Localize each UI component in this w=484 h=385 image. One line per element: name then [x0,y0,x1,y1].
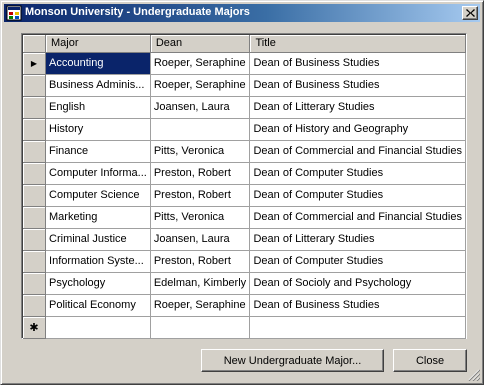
dean-cell[interactable]: Preston, Robert [150,162,251,185]
majors-table: Major Dean Title ▶ Accounting Roeper, Sera… [23,35,466,339]
dean-cell[interactable] [150,118,251,141]
table-row[interactable]: History Dean of History and Geography [23,118,466,141]
major-cell[interactable]: Computer Science [45,184,151,207]
major-cell[interactable]: Criminal Justice [45,228,151,251]
major-cell[interactable]: Marketing [45,206,151,229]
major-cell[interactable]: Information Syste... [45,250,151,273]
dean-cell[interactable]: Roeper, Seraphine [150,294,251,317]
row-header[interactable] [23,250,47,273]
main-window: Monson University - Undergraduate Majors… [0,0,484,385]
table-row[interactable]: Computer Science Preston, Robert Dean of C… [23,184,466,207]
table-row[interactable]: English Joansen, Laura Dean of Litterary S… [23,96,466,119]
major-cell[interactable]: Finance [45,140,151,163]
major-cell[interactable]: History [45,118,151,141]
window-title: Monson University - Undergraduate Majors [25,6,250,18]
title-cell[interactable]: Dean of Business Studies [249,294,466,317]
title-cell[interactable]: Dean of Litterary Studies [249,96,466,119]
table-row[interactable]: Marketing Pitts, Veronica Dean of Commerci… [23,206,466,229]
row-header[interactable] [23,228,47,251]
table-row[interactable]: Criminal Justice Joansen, Laura Dean of Li… [23,228,466,251]
row-header[interactable] [23,74,47,97]
dean-cell[interactable]: Preston, Robert [150,184,251,207]
title-bar[interactable]: Monson University - Undergraduate Majors [4,4,480,22]
table-row[interactable]: Business Adminis... Roeper, Seraphine Dean… [23,74,466,97]
table-row[interactable]: Political Economy Roeper, Seraphine Dean o… [23,294,466,317]
new-row-title-cell[interactable] [249,316,466,339]
majors-grid[interactable]: Major Dean Title ▶ Accounting Roeper, Sera… [21,33,467,339]
new-row[interactable]: ✱ [23,316,466,339]
title-cell[interactable]: Dean of History and Geography [249,118,466,141]
title-cell[interactable]: Dean of Litterary Studies [249,228,466,251]
close-icon [466,9,475,17]
title-cell[interactable]: Dean of Business Studies [249,74,466,97]
current-row-icon: ▶ [30,59,38,68]
major-cell[interactable]: Computer Informa... [45,162,151,185]
column-header-dean[interactable]: Dean [150,35,251,53]
close-window-button[interactable] [462,6,478,20]
resize-grip-icon[interactable] [468,369,480,381]
row-header[interactable] [23,162,47,185]
row-header[interactable] [23,272,47,295]
row-header[interactable] [23,206,47,229]
row-header[interactable] [23,118,47,141]
major-cell[interactable]: Political Economy [45,294,151,317]
title-cell[interactable]: Dean of Computer Studies [249,162,466,185]
table-row[interactable]: Finance Pitts, Veronica Dean of Commercial… [23,140,466,163]
new-undergraduate-major-button[interactable]: New Undergraduate Major... [201,349,384,372]
dean-cell[interactable]: Preston, Robert [150,250,251,273]
major-cell[interactable]: English [45,96,151,119]
dean-cell[interactable]: Roeper, Seraphine [150,74,251,97]
app-window-icon [6,5,22,21]
title-cell[interactable]: Dean of Business Studies [249,52,466,75]
dean-cell[interactable]: Edelman, Kimberly [150,272,251,295]
title-cell[interactable]: Dean of Computer Studies [249,250,466,273]
dean-cell[interactable]: Pitts, Veronica [150,206,251,229]
grid-corner[interactable] [23,35,47,53]
title-cell[interactable]: Dean of Computer Studies [249,184,466,207]
dean-cell[interactable]: Pitts, Veronica [150,140,251,163]
column-header-major[interactable]: Major [45,35,151,53]
table-row[interactable]: Psychology Edelman, Kimberly Dean of Socio… [23,272,466,295]
title-cell[interactable]: Dean of Socioly and Psychology [249,272,466,295]
new-row-header[interactable]: ✱ [23,316,47,339]
dean-cell[interactable]: Joansen, Laura [150,96,251,119]
row-header[interactable] [23,140,47,163]
table-row[interactable]: Computer Informa... Preston, Robert Dean o… [23,162,466,185]
new-row-dean-cell[interactable] [150,316,251,339]
dean-cell[interactable]: Roeper, Seraphine [150,52,251,75]
major-cell[interactable]: Business Adminis... [45,74,151,97]
major-cell[interactable]: Psychology [45,272,151,295]
row-header[interactable] [23,184,47,207]
row-header[interactable]: ▶ [23,52,47,75]
dean-cell[interactable]: Joansen, Laura [150,228,251,251]
column-header-title[interactable]: Title [249,35,466,53]
title-cell[interactable]: Dean of Commercial and Financial Studies [249,206,466,229]
row-header[interactable] [23,294,47,317]
close-button[interactable]: Close [393,349,467,372]
table-row[interactable]: Information Syste... Preston, Robert Dean … [23,250,466,273]
new-row-icon: ✱ [29,321,39,334]
table-row[interactable]: ▶ Accounting Roeper, Seraphine Dean of Busi… [23,52,466,75]
header-row: Major Dean Title [23,35,466,53]
major-cell[interactable]: Accounting [45,52,151,75]
row-header[interactable] [23,96,47,119]
new-row-major-cell[interactable] [45,316,151,339]
title-cell[interactable]: Dean of Commercial and Financial Studies [249,140,466,163]
